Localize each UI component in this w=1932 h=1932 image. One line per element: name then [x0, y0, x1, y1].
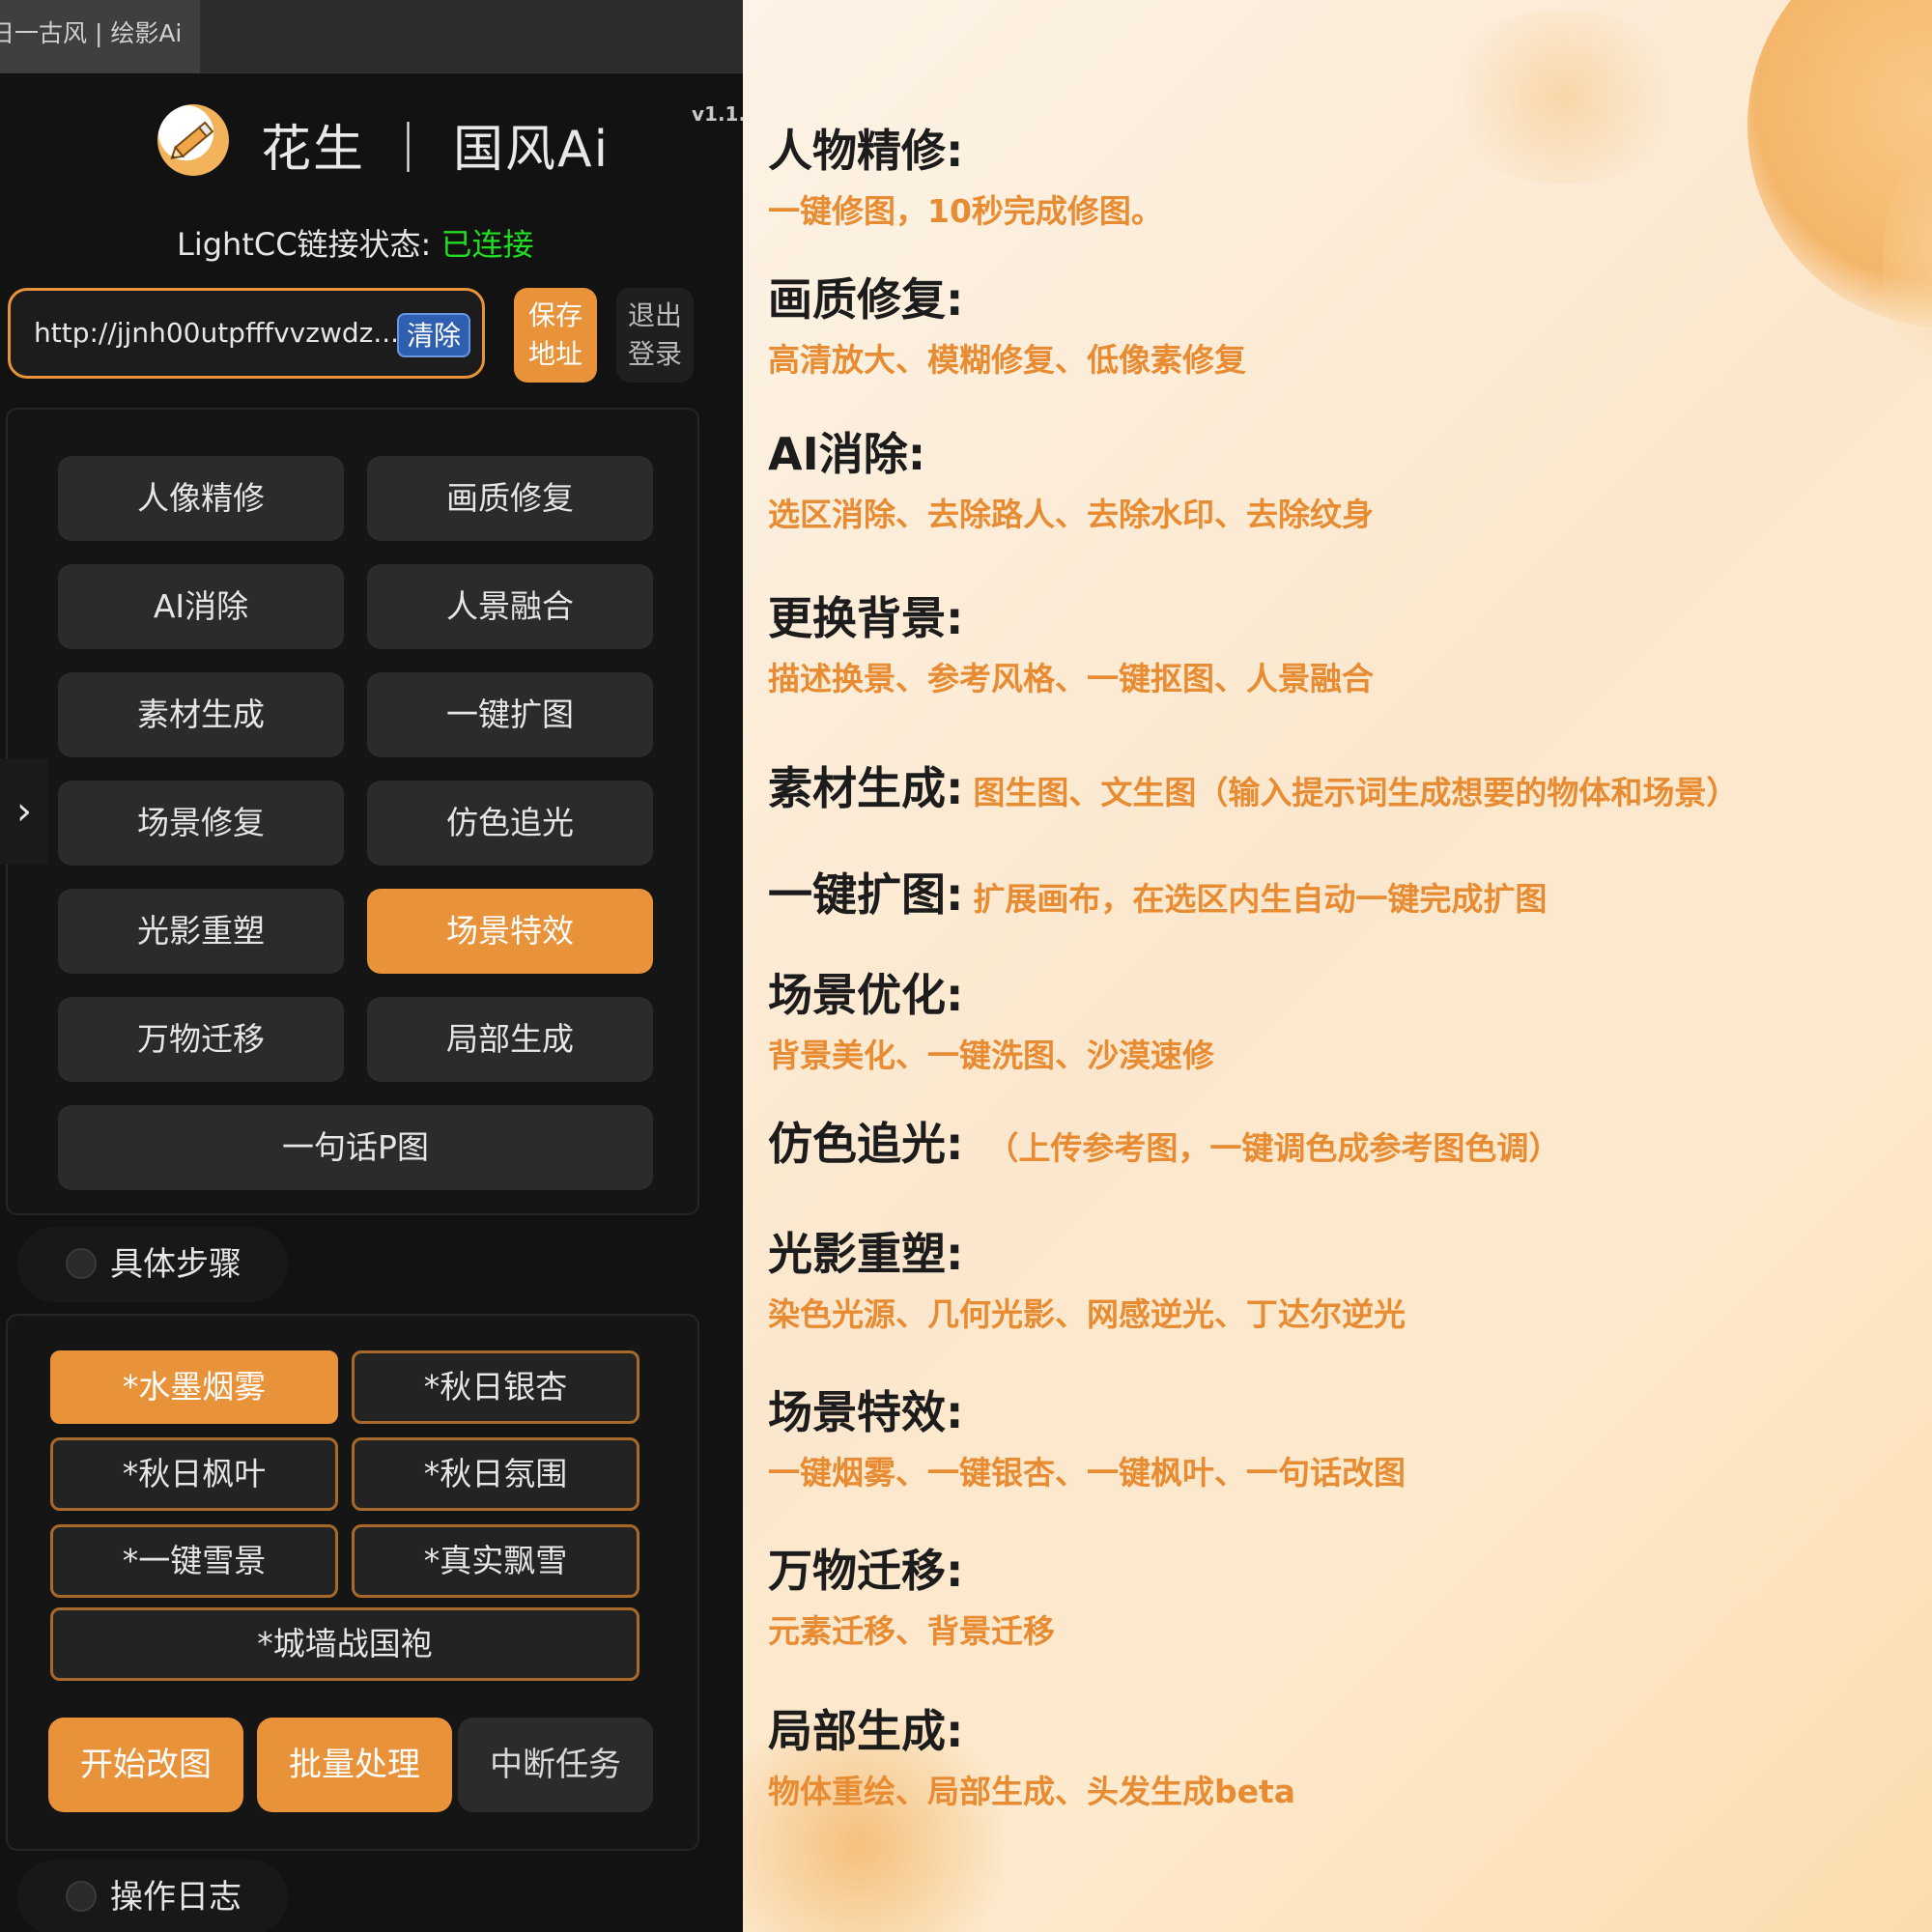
feature-desc: 物体重绘、局部生成、头发生成beta	[768, 1773, 1296, 1810]
effect-ink-smoke[interactable]: *水墨烟雾	[50, 1350, 338, 1424]
app-title: 花生 ｜ 国风Ai	[261, 121, 611, 179]
feature-title: 光影重塑:	[768, 1228, 964, 1280]
address-input[interactable]: http://jjnh00utpfffvvzwdz... 清除	[8, 288, 485, 379]
effect-autumn-ginkgo[interactable]: *秋日银杏	[352, 1350, 639, 1424]
func-button-expand[interactable]: 一键扩图	[367, 672, 653, 757]
feature-desc: 背景美化、一键洗图、沙漠速修	[768, 1037, 1214, 1074]
feature-description-panel: 人物精修: 一键修图，10秒完成修图。 画质修复: 高清放大、模糊修复、低像素修…	[743, 0, 1932, 1932]
tab-title: 日一古风 | 绘影Ai	[0, 19, 183, 47]
chevron-right-icon[interactable]: ›	[0, 758, 48, 865]
connection-status: LightCC链接状态: 已连接	[177, 220, 534, 265]
effect-autumn-maple[interactable]: *秋日枫叶	[50, 1437, 338, 1511]
func-button-scene-repair[interactable]: 场景修复	[58, 781, 344, 866]
func-button-quality-repair[interactable]: 画质修复	[367, 456, 653, 541]
start-edit-button[interactable]: 开始改图	[48, 1718, 243, 1812]
connection-value: 已连接	[440, 226, 534, 263]
feature-desc: （上传参考图，一键调色成参考图色调）	[986, 1129, 1561, 1167]
feature-row: 素材生成: 图生图、文生图（输入提示词生成想要的物体和场景）	[768, 753, 1738, 817]
feature-title: 万物迁移:	[768, 1545, 964, 1597]
feature-title: AI消除:	[768, 428, 926, 480]
func-button-scene-effects[interactable]: 场景特效	[367, 889, 653, 974]
logout-label: 退出登录	[627, 299, 682, 370]
func-button-relight[interactable]: 光影重塑	[58, 889, 344, 974]
clear-button[interactable]: 清除	[397, 313, 470, 357]
effect-snow-scene[interactable]: *一键雪景	[50, 1524, 338, 1598]
feature-desc: 选区消除、去除路人、去除水印、去除纹身	[768, 496, 1374, 533]
effect-city-wall-robe[interactable]: *城墙战国袍	[50, 1607, 639, 1681]
batch-process-button[interactable]: 批量处理	[257, 1718, 452, 1812]
collapse-dot-icon	[66, 1880, 97, 1912]
func-button-scene-blend[interactable]: 人景融合	[367, 564, 653, 649]
decor-petal	[1438, 10, 1690, 184]
save-address-button[interactable]: 保存地址	[514, 288, 597, 383]
feature-desc: 高清放大、模糊修复、低像素修复	[768, 341, 1246, 379]
feature-title: 画质修复:	[768, 273, 964, 326]
function-panel: 人像精修 画质修复 AI消除 人景融合 素材生成 一键扩图 场景修复 仿色追光 …	[6, 408, 699, 1215]
effect-autumn-mood[interactable]: *秋日氛围	[352, 1437, 639, 1511]
feature-title: 人物精修:	[768, 125, 964, 177]
feature-row: 一键扩图: 扩展画布，在选区内生自动一键完成扩图	[768, 860, 1547, 923]
plugin-panel: 日一古风 | 绘影Ai 花生 ｜ 国风Ai v1.1. LightCC链接状态:…	[0, 0, 743, 1932]
connection-label: LightCC链接状态:	[177, 226, 432, 263]
feature-title: 场景特效:	[768, 1386, 964, 1438]
logout-button[interactable]: 退出登录	[616, 288, 694, 383]
address-value: http://jjnh00utpfffvvzwdz...	[34, 317, 400, 349]
tab-bar: 日一古风 | 绘影Ai	[0, 0, 743, 73]
save-address-label: 保存地址	[527, 299, 582, 370]
feature-desc: 一键烟雾、一键银杏、一键枫叶、一句话改图	[768, 1454, 1406, 1492]
stop-task-button[interactable]: 中断任务	[458, 1718, 653, 1812]
feature-desc: 图生图、文生图（输入提示词生成想要的物体和场景）	[973, 774, 1739, 811]
func-button-portrait-retouch[interactable]: 人像精修	[58, 456, 344, 541]
feature-title: 素材生成:	[768, 762, 964, 814]
feature-title: 一键扩图:	[768, 868, 964, 921]
collapse-dot-icon	[66, 1247, 97, 1279]
feature-desc: 一键修图，10秒完成修图。	[768, 192, 1163, 230]
func-button-material-gen[interactable]: 素材生成	[58, 672, 344, 757]
feature-desc: 扩展画布，在选区内生自动一键完成扩图	[973, 880, 1548, 918]
tab-plugin[interactable]: 日一古风 | 绘影Ai	[0, 0, 200, 72]
version-label: v1.1.	[692, 102, 743, 126]
feature-title: 更换背景:	[768, 592, 964, 644]
func-button-ai-erase[interactable]: AI消除	[58, 564, 344, 649]
steps-section-label: 具体步骤	[110, 1245, 242, 1284]
feature-title: 场景优化:	[768, 969, 964, 1021]
pencil-circle-icon	[157, 104, 229, 176]
feature-row: 仿色追光: （上传参考图，一键调色成参考图色调）	[768, 1109, 1560, 1173]
feature-title: 仿色追光:	[768, 1118, 964, 1170]
func-button-object-transfer[interactable]: 万物迁移	[58, 997, 344, 1082]
func-button-color-match[interactable]: 仿色追光	[367, 781, 653, 866]
log-section-header[interactable]: 操作日志	[17, 1860, 288, 1932]
log-section-label: 操作日志	[110, 1878, 242, 1917]
feature-desc: 描述换景、参考风格、一键抠图、人景融合	[768, 660, 1374, 697]
feature-desc: 染色光源、几何光影、网感逆光、丁达尔逆光	[768, 1295, 1406, 1333]
func-button-text-edit[interactable]: 一句话P图	[58, 1105, 653, 1190]
func-button-local-gen[interactable]: 局部生成	[367, 997, 653, 1082]
steps-section-header[interactable]: 具体步骤	[17, 1227, 288, 1302]
effect-real-snow[interactable]: *真实飘雪	[352, 1524, 639, 1598]
feature-desc: 元素迁移、背景迁移	[768, 1612, 1055, 1650]
feature-title: 局部生成:	[768, 1705, 964, 1757]
